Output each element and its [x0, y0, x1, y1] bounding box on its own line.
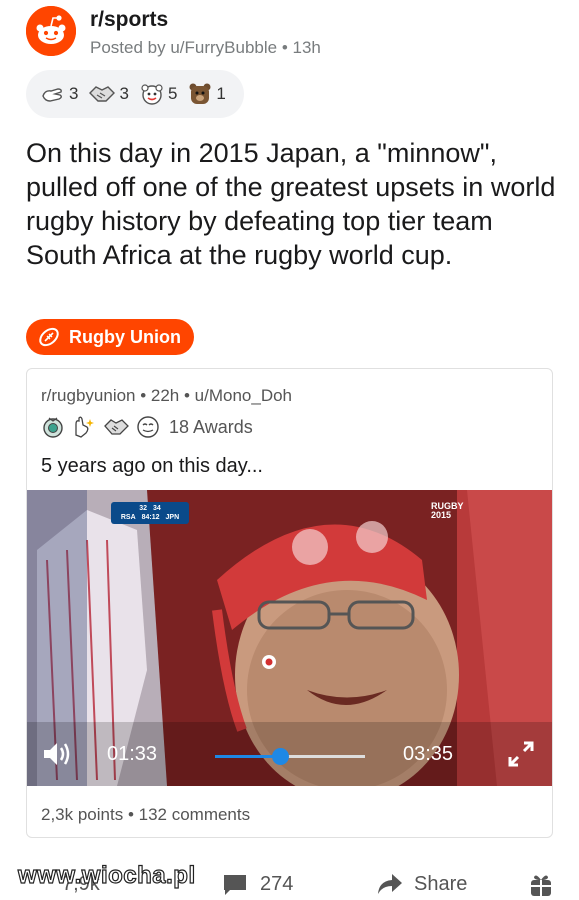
comment-count[interactable]: 274: [260, 873, 293, 896]
award-item: 5: [139, 81, 177, 107]
handshake-icon: [104, 419, 129, 435]
video-controls: 01:33 03:35: [27, 722, 552, 786]
face-icon: [137, 416, 159, 438]
award-count: 1: [216, 84, 226, 103]
hand-sparkle-icon: [75, 416, 94, 438]
crosspost-title[interactable]: 5 years ago on this day...: [41, 455, 263, 478]
post-flair[interactable]: Rugby Union: [26, 319, 194, 355]
post-meta: Posted by u/FurryBubble • 13h: [90, 38, 321, 57]
post-header: r/sports Posted by u/FurryBubble • 13h: [26, 6, 566, 62]
award-count: 3: [119, 84, 129, 103]
bear-icon: [189, 83, 211, 104]
scorebug-home-score: 32: [139, 505, 147, 512]
reddit-alien-icon: [26, 6, 76, 56]
award-item: 3: [40, 81, 78, 107]
seek-bar[interactable]: [215, 748, 365, 765]
scorebug-away: JPN: [165, 514, 180, 521]
wholesome-icon: [141, 84, 163, 105]
video-player[interactable]: 32 34 RSA 84:12 JPN RUGBY 2015 01:33 03:…: [27, 490, 552, 786]
crosspost-card[interactable]: r/rugbyunion • 22h • u/Mono_Doh 18 Award…: [26, 368, 553, 838]
crosspost-stats: 2,3k points • 132 comments: [41, 805, 251, 824]
share-icon[interactable]: [376, 872, 404, 896]
volume-icon: [44, 743, 70, 765]
award-item: 3: [88, 81, 129, 107]
awards-bar[interactable]: 3 3 5 1: [26, 70, 244, 118]
fullscreen-button[interactable]: [506, 739, 536, 774]
seek-progress: [215, 755, 280, 758]
scorebug: 32 34 RSA 84:12 JPN: [111, 502, 189, 524]
scorebug-clock: 84:12: [141, 514, 160, 521]
subreddit-name[interactable]: r/sports: [90, 8, 168, 32]
hand-heart-icon: [42, 88, 62, 102]
comment-icon[interactable]: [222, 873, 248, 897]
broadcast-logo: RUGBY 2015: [431, 502, 464, 520]
watermark: www.wiocha.pl: [17, 861, 196, 889]
crosspost-meta[interactable]: r/rugbyunion • 22h • u/Mono_Doh: [41, 386, 292, 406]
rugby-ball-icon: [39, 327, 59, 347]
seek-thumb[interactable]: [271, 748, 289, 765]
share-button[interactable]: Share: [414, 873, 467, 896]
medal-icon: [43, 417, 63, 438]
flair-label: Rugby Union: [69, 326, 181, 347]
scorebug-home: RSA: [120, 514, 136, 521]
volume-button[interactable]: [41, 739, 73, 774]
awards-count: 18 Awards: [169, 416, 253, 437]
current-time: 01:33: [107, 743, 158, 765]
crosspost-awards[interactable]: 18 Awards: [41, 415, 253, 439]
post-title[interactable]: On this day in 2015 Japan, a "minnow", p…: [26, 136, 556, 272]
award-item: 1: [187, 81, 226, 107]
fullscreen-icon: [508, 741, 534, 767]
subreddit-avatar[interactable]: [26, 6, 76, 56]
total-time: 03:35: [403, 743, 454, 765]
award-count: 5: [167, 84, 178, 103]
scorebug-away-score: 34: [153, 505, 161, 512]
handshake-icon: [89, 86, 116, 102]
award-count: 3: [69, 84, 79, 103]
gift-icon[interactable]: [529, 872, 553, 898]
logo-line2: 2015: [431, 510, 452, 520]
